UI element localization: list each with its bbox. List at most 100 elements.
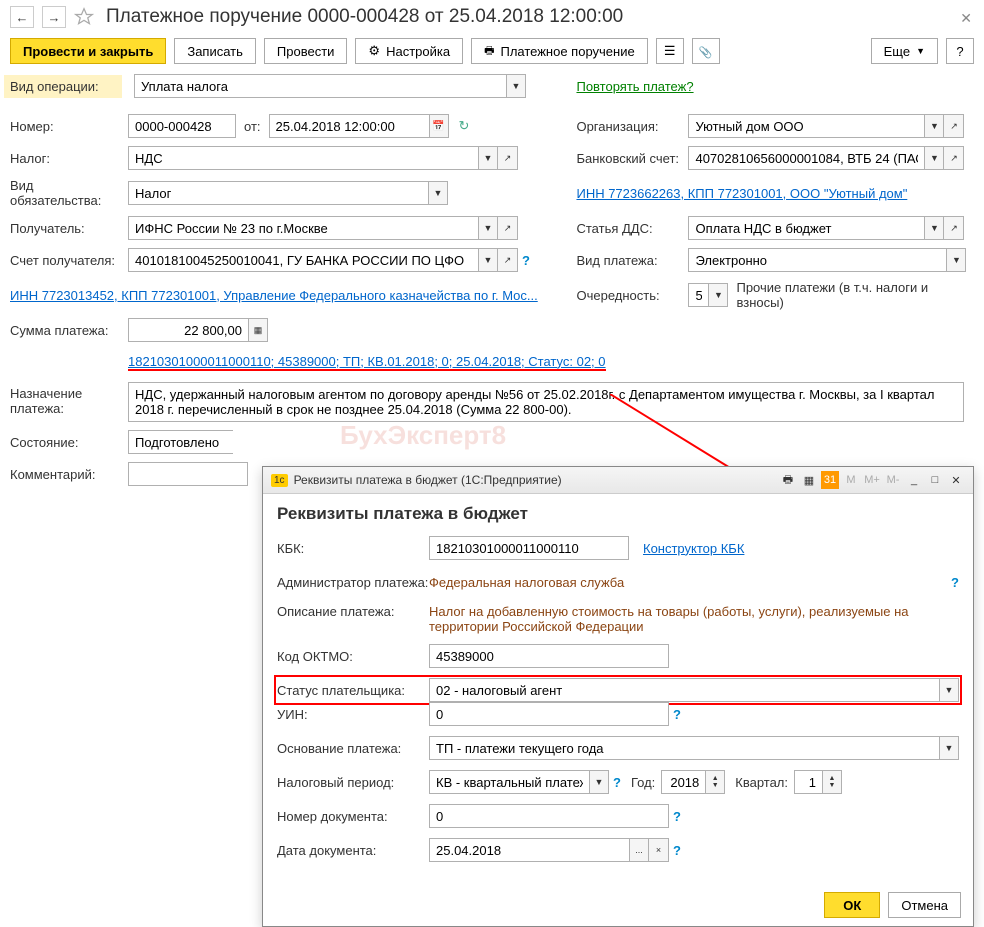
date-input[interactable] xyxy=(269,114,429,138)
operation-type-label: Вид операции: xyxy=(4,75,122,98)
print-icon[interactable]: 🖶 xyxy=(779,471,797,489)
quarter-label: Квартал: xyxy=(735,775,788,790)
nav-back-button[interactable]: ← xyxy=(10,6,34,28)
m-icon[interactable]: M xyxy=(842,471,860,489)
purpose-textarea[interactable]: НДС, удержанный налоговым агентом по дог… xyxy=(128,382,964,422)
structure-button[interactable]: ☰ xyxy=(656,38,684,64)
dropdown-icon[interactable]: ▼ xyxy=(428,181,448,205)
recipient-acc-label: Счет получателя: xyxy=(10,253,128,268)
basis-input[interactable] xyxy=(429,736,939,760)
post-button[interactable]: Провести xyxy=(264,38,348,64)
repeat-payment-link[interactable]: Повторять платеж? xyxy=(576,79,693,94)
payment-type-input[interactable] xyxy=(688,248,946,272)
recipient-acc-input[interactable] xyxy=(128,248,478,272)
period-input[interactable] xyxy=(429,770,589,794)
dropdown-icon[interactable]: ▼ xyxy=(939,678,959,702)
purpose-label: Назначение платежа: xyxy=(10,382,128,416)
liability-input[interactable] xyxy=(128,181,428,205)
dropdown-icon[interactable]: ▼ xyxy=(939,736,959,760)
help-icon[interactable]: ? xyxy=(673,809,681,824)
dropdown-icon[interactable]: ▼ xyxy=(506,74,526,98)
dropdown-icon[interactable]: ▼ xyxy=(478,248,498,272)
date-prefix: от: xyxy=(244,119,261,134)
state-input[interactable] xyxy=(128,430,233,454)
dropdown-icon[interactable]: ▼ xyxy=(478,146,498,170)
comment-input[interactable] xyxy=(128,462,248,486)
dropdown-icon[interactable]: ▼ xyxy=(946,248,966,272)
dialog-title: Реквизиты платежа в бюджет xyxy=(277,504,959,524)
favorite-icon[interactable] xyxy=(74,7,94,27)
comment-label: Комментарий: xyxy=(10,467,128,482)
open-icon[interactable]: ↗ xyxy=(944,146,964,170)
help-icon[interactable]: ? xyxy=(673,843,681,858)
spinner-icon[interactable]: ▲▼ xyxy=(705,770,725,794)
oktmo-label: Код ОКТМО: xyxy=(277,649,429,664)
open-icon[interactable]: ↗ xyxy=(944,216,964,240)
oktmo-input[interactable] xyxy=(429,644,669,668)
dropdown-icon[interactable]: ▼ xyxy=(478,216,498,240)
calendar-icon[interactable]: 31 xyxy=(821,471,839,489)
recipient-details-link[interactable]: ИНН 7723013452, КПП 772301001, Управлени… xyxy=(10,288,538,303)
spinner-icon[interactable]: ▲▼ xyxy=(822,770,842,794)
dropdown-icon[interactable]: ▼ xyxy=(924,146,944,170)
minimize-icon[interactable]: _ xyxy=(905,471,923,489)
help-icon[interactable]: ? xyxy=(613,775,621,790)
number-label: Номер: xyxy=(10,119,128,134)
bank-acc-input[interactable] xyxy=(688,146,924,170)
print-icon xyxy=(484,42,494,61)
calculator-icon[interactable]: ▦ xyxy=(248,318,268,342)
amount-input[interactable] xyxy=(128,318,248,342)
help-icon[interactable]: ? xyxy=(522,253,530,268)
kbk-summary-link[interactable]: 18210301000011000110; 45389000; ТП; КВ.0… xyxy=(128,354,606,369)
post-and-close-button[interactable]: Провести и закрыть xyxy=(10,38,166,64)
clear-icon[interactable]: × xyxy=(649,838,669,862)
recipient-input[interactable] xyxy=(128,216,478,240)
number-input[interactable] xyxy=(128,114,236,138)
select-icon[interactable]: ... xyxy=(629,838,649,862)
maximize-icon[interactable]: □ xyxy=(926,471,944,489)
dropdown-icon[interactable]: ▼ xyxy=(589,770,609,794)
status-input[interactable] xyxy=(429,678,939,702)
cancel-button[interactable]: Отмена xyxy=(888,892,961,918)
quarter-input[interactable] xyxy=(794,770,822,794)
settings-button[interactable]: Настройка xyxy=(355,38,463,64)
admin-value: Федеральная налоговая служба xyxy=(429,575,624,590)
org-input[interactable] xyxy=(688,114,924,138)
dropdown-icon[interactable]: ▼ xyxy=(924,114,944,138)
help-icon[interactable]: ? xyxy=(673,707,681,722)
docdate-input[interactable] xyxy=(429,838,629,862)
dropdown-icon[interactable]: ▼ xyxy=(924,216,944,240)
save-button[interactable]: Записать xyxy=(174,38,256,64)
docnum-input[interactable] xyxy=(429,804,669,828)
open-icon[interactable]: ↗ xyxy=(498,146,518,170)
admin-label: Администратор платежа: xyxy=(277,575,429,590)
priority-input[interactable] xyxy=(688,283,708,307)
close-icon[interactable]: ✕ xyxy=(960,10,972,27)
tax-input[interactable] xyxy=(128,146,478,170)
year-label: Год: xyxy=(631,775,655,790)
print-payment-button[interactable]: Платежное поручение xyxy=(471,38,648,64)
dds-input[interactable] xyxy=(688,216,924,240)
open-icon[interactable]: ↗ xyxy=(498,248,518,272)
open-icon[interactable]: ↗ xyxy=(498,216,518,240)
kbk-constructor-link[interactable]: Конструктор КБК xyxy=(643,541,744,556)
attach-button[interactable] xyxy=(692,38,720,64)
close-icon[interactable]: ✕ xyxy=(947,471,965,489)
kbk-input[interactable] xyxy=(429,536,629,560)
nav-forward-button[interactable]: → xyxy=(42,6,66,28)
more-button[interactable]: Еще ▼ xyxy=(871,38,938,64)
ok-button[interactable]: ОК xyxy=(824,892,880,918)
open-icon[interactable]: ↗ xyxy=(944,114,964,138)
refresh-icon[interactable]: ↻ xyxy=(459,118,470,134)
calendar-icon[interactable] xyxy=(429,114,449,138)
help-icon[interactable]: ? xyxy=(951,575,959,590)
grid-icon[interactable]: ▦ xyxy=(800,471,818,489)
help-button[interactable]: ? xyxy=(946,38,974,64)
operation-type-input[interactable] xyxy=(134,74,506,98)
dropdown-icon[interactable]: ▼ xyxy=(708,283,728,307)
m-minus-icon[interactable]: M- xyxy=(884,471,902,489)
year-input[interactable] xyxy=(661,770,705,794)
uin-input[interactable] xyxy=(429,702,669,726)
org-details-link[interactable]: ИНН 7723662263, КПП 772301001, ООО "Уютн… xyxy=(576,186,907,201)
m-plus-icon[interactable]: M+ xyxy=(863,471,881,489)
